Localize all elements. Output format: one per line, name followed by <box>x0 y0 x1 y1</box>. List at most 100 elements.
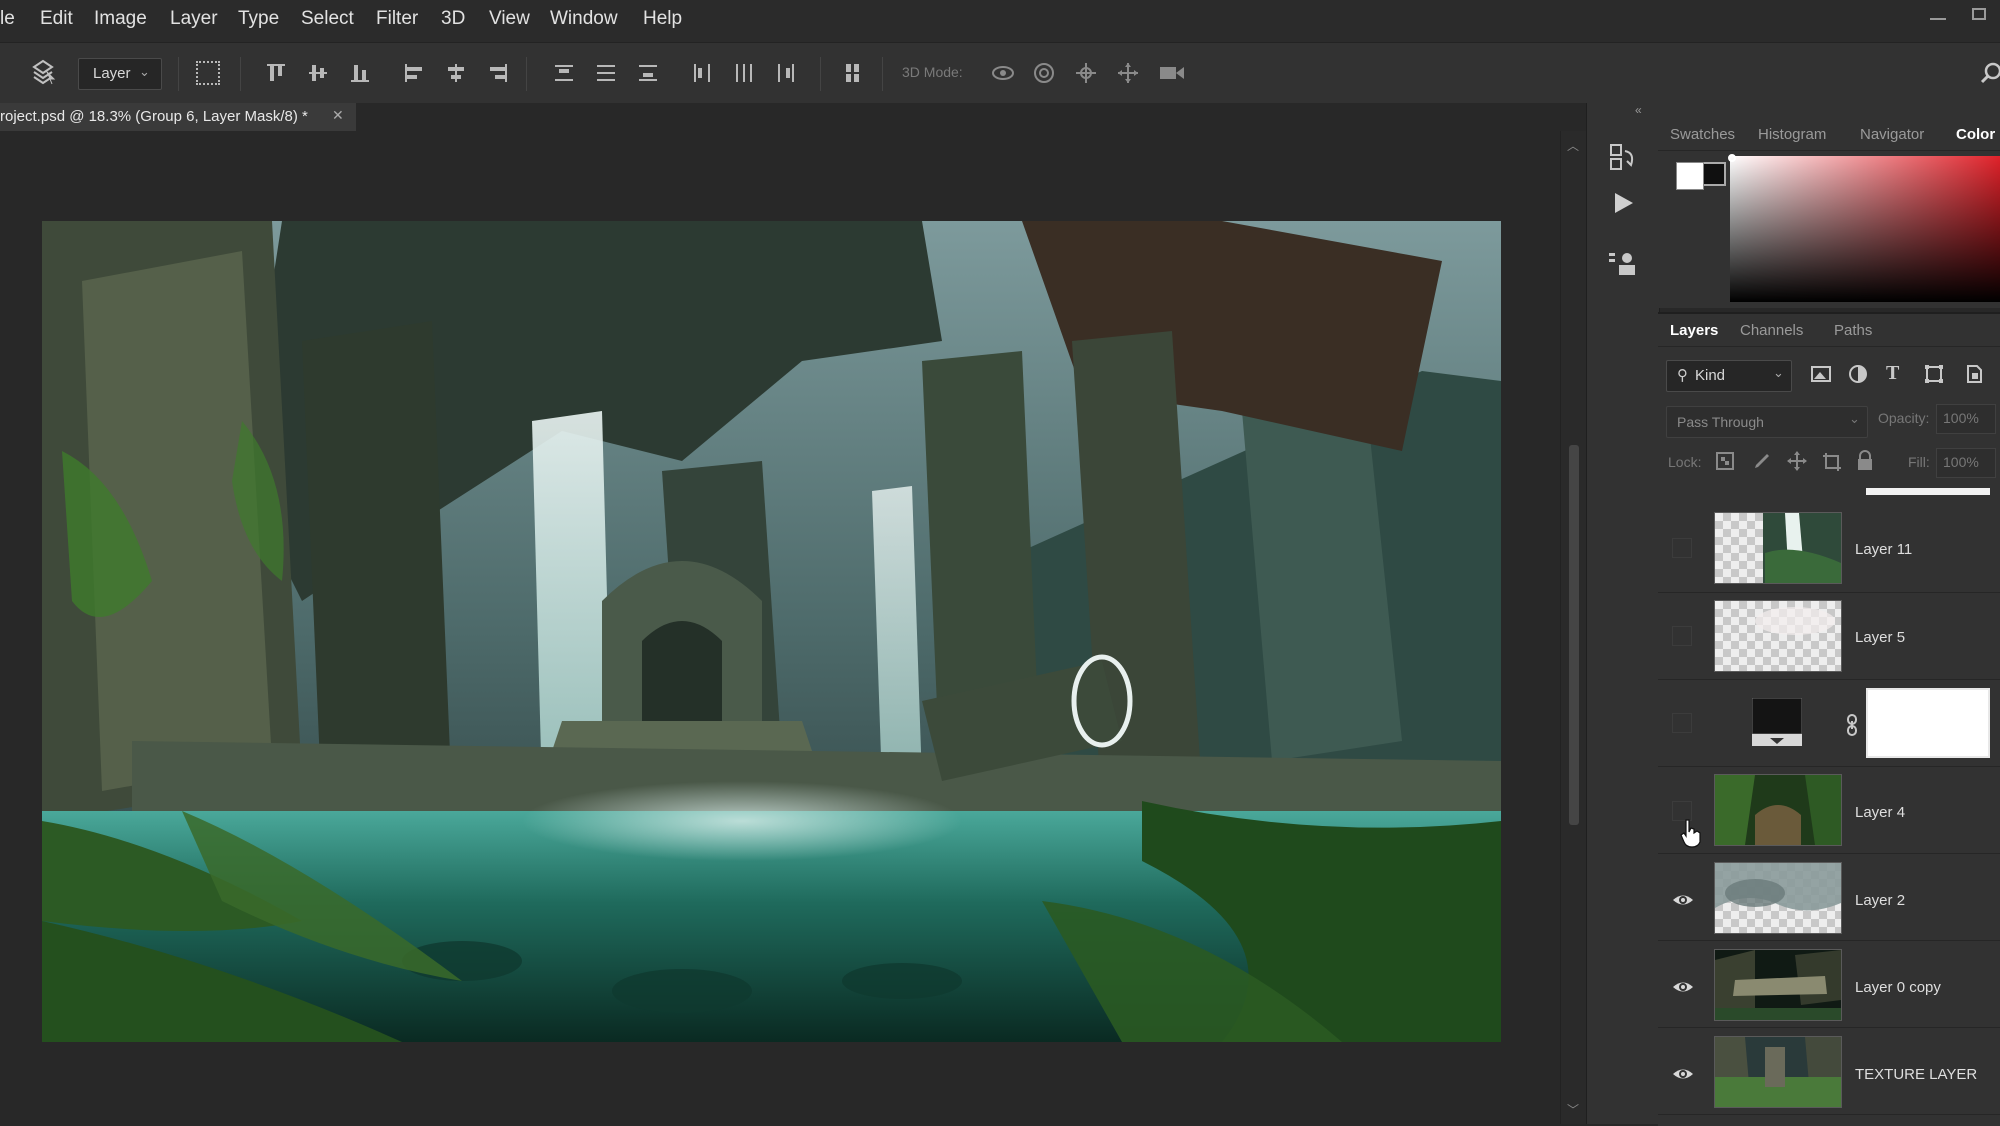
scroll-up-icon[interactable]: ︿ <box>1567 137 1579 154</box>
distribute-top-icon[interactable] <box>552 61 576 85</box>
blend-mode-dropdown[interactable]: Pass Through ⌄ <box>1666 406 1868 438</box>
layer-name[interactable]: Layer 2 <box>1855 892 1905 909</box>
tab-channels[interactable]: Channels <box>1740 322 1803 339</box>
tab-swatches[interactable]: Swatches <box>1670 126 1735 143</box>
visibility-toggle[interactable] <box>1672 626 1692 646</box>
layer-thumbnail[interactable] <box>1714 949 1842 1021</box>
tab-paths[interactable]: Paths <box>1834 322 1872 339</box>
distribute-bottom-icon[interactable] <box>636 61 660 85</box>
align-vcenter-icon[interactable] <box>306 61 330 85</box>
menu-select[interactable]: Select <box>301 8 354 30</box>
layer-thumbnail[interactable] <box>1714 1036 1842 1108</box>
filter-adjustment-icon[interactable] <box>1848 364 1868 384</box>
menu-3d[interactable]: 3D <box>441 8 465 30</box>
transform-controls-icon[interactable] <box>196 61 220 85</box>
eye-icon[interactable] <box>1672 976 1694 998</box>
menu-window[interactable]: Window <box>550 8 618 30</box>
filter-pixel-icon[interactable] <box>1810 364 1832 384</box>
distribute-right-icon[interactable] <box>774 61 798 85</box>
lock-all-icon[interactable] <box>1856 450 1874 472</box>
menu-type[interactable]: Type <box>238 8 279 30</box>
distribute-vcenter-icon[interactable] <box>594 61 618 85</box>
filter-smart-object-icon[interactable] <box>1964 364 1984 384</box>
actions-play-icon[interactable] <box>1609 189 1637 217</box>
distribute-left-icon[interactable] <box>690 61 714 85</box>
scroll-down-icon[interactable]: ﹀ <box>1567 1101 1579 1118</box>
color-picker-handle[interactable] <box>1728 154 1736 162</box>
canvas-artwork[interactable] <box>42 221 1501 1042</box>
3d-pan-icon[interactable] <box>1074 61 1098 85</box>
layer-filter-dropdown[interactable]: ⚲ Kind ⌄ <box>1666 360 1792 392</box>
chevron-down-icon: ⌄ <box>139 64 150 79</box>
3d-scale-icon[interactable] <box>1158 61 1184 85</box>
foreground-color-swatch[interactable] <box>1676 162 1704 190</box>
eye-icon[interactable] <box>1672 1063 1694 1085</box>
filter-search-icon: ⚲ <box>1677 367 1688 384</box>
close-icon[interactable]: ✕ <box>332 107 344 124</box>
align-left-icon[interactable] <box>402 61 426 85</box>
distribute-hcenter-icon[interactable] <box>732 61 756 85</box>
align-top-icon[interactable] <box>264 61 288 85</box>
tab-layers[interactable]: Layers <box>1670 322 1718 339</box>
3d-roll-icon[interactable] <box>1032 61 1056 85</box>
background-color-swatch[interactable] <box>1702 162 1726 186</box>
history-icon[interactable] <box>1607 141 1639 173</box>
opacity-label: Opacity: <box>1878 410 1930 426</box>
visibility-toggle[interactable] <box>1672 538 1692 558</box>
filter-shape-icon[interactable] <box>1924 364 1944 384</box>
3d-slide-icon[interactable] <box>1116 61 1140 85</box>
minimize-icon[interactable] <box>1930 18 1946 20</box>
tab-color[interactable]: Color <box>1956 126 1995 143</box>
document-tab[interactable]: roject.psd @ 18.3% (Group 6, Layer Mask/… <box>0 103 356 131</box>
lock-artboard-icon[interactable] <box>1822 452 1842 472</box>
link-icon[interactable] <box>1846 714 1858 736</box>
auto-select-dropdown[interactable]: Layer ⌄ <box>78 58 162 90</box>
fill-value: 100% <box>1943 454 1979 470</box>
3d-orbit-icon[interactable] <box>990 61 1014 85</box>
visibility-toggle[interactable] <box>1672 713 1692 733</box>
collapse-panels-icon[interactable]: « <box>1635 103 1642 117</box>
layer-thumbnail[interactable] <box>1714 512 1842 584</box>
menu-image[interactable]: Image <box>94 8 147 30</box>
layer-name[interactable]: Layer 11 <box>1855 541 1912 558</box>
layer-name[interactable]: Layer 4 <box>1855 804 1905 821</box>
layer-name[interactable]: TEXTURE LAYER <box>1855 1066 1977 1083</box>
menu-file[interactable]: le <box>0 8 15 30</box>
menu-layer[interactable]: Layer <box>170 8 218 30</box>
lock-transparent-icon[interactable] <box>1716 452 1734 470</box>
align-hcenter-icon[interactable] <box>444 61 468 85</box>
move-tool-icon[interactable] <box>28 57 58 87</box>
layer-mask-thumbnail[interactable] <box>1866 688 1990 758</box>
panel-dock: « <box>1586 103 1660 1124</box>
filter-type-icon[interactable]: T <box>1886 362 1906 384</box>
adjustment-layer-icon[interactable] <box>1751 697 1803 748</box>
layer-name[interactable]: Layer 0 copy <box>1855 979 1941 996</box>
menu-help[interactable]: Help <box>643 8 682 30</box>
layer-thumbnail[interactable] <box>1714 862 1842 934</box>
layer-thumbnail[interactable] <box>1714 600 1842 672</box>
tab-navigator[interactable]: Navigator <box>1860 126 1924 143</box>
auto-align-icon[interactable] <box>842 61 866 85</box>
opacity-input[interactable]: 100% <box>1936 404 1996 434</box>
restore-icon[interactable] <box>1972 8 1986 20</box>
fill-input[interactable]: 100% <box>1936 448 1996 478</box>
layer-name[interactable]: Layer 5 <box>1855 629 1905 646</box>
search-icon[interactable] <box>1980 61 2000 85</box>
tab-histogram[interactable]: Histogram <box>1758 126 1826 143</box>
color-field[interactable] <box>1730 156 2000 302</box>
fill-slider[interactable] <box>1866 488 1990 495</box>
fill-label: Fill: <box>1908 454 1930 470</box>
chevron-down-icon: ⌄ <box>1849 411 1860 426</box>
align-bottom-icon[interactable] <box>348 61 372 85</box>
menu-view[interactable]: View <box>489 8 530 30</box>
lock-position-icon[interactable] <box>1786 450 1808 472</box>
layer-thumbnail[interactable] <box>1714 774 1842 846</box>
menu-edit[interactable]: Edit <box>40 8 73 30</box>
properties-icon[interactable] <box>1607 249 1639 279</box>
align-right-icon[interactable] <box>486 61 510 85</box>
lock-pixels-icon[interactable] <box>1752 452 1770 470</box>
scrollbar-thumb[interactable] <box>1569 445 1579 825</box>
lock-label: Lock: <box>1668 454 1702 470</box>
eye-icon[interactable] <box>1672 889 1694 911</box>
menu-filter[interactable]: Filter <box>376 8 418 30</box>
